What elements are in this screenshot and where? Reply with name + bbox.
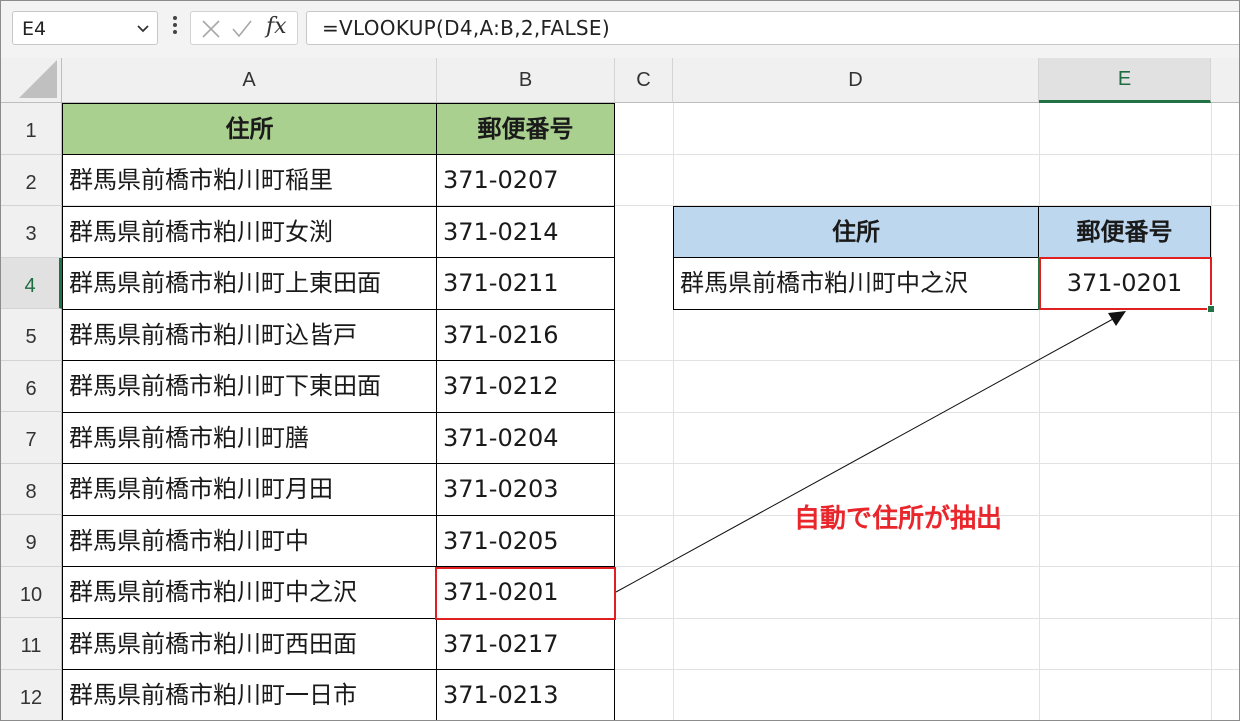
lookup-arrow: [615, 311, 1126, 593]
excel-window: E4 fx =VLOOKUP(D4,A:B,2,FALSE) A B C D E…: [0, 0, 1240, 721]
annotation-text: 自動で住所が抽出: [794, 504, 1003, 534]
